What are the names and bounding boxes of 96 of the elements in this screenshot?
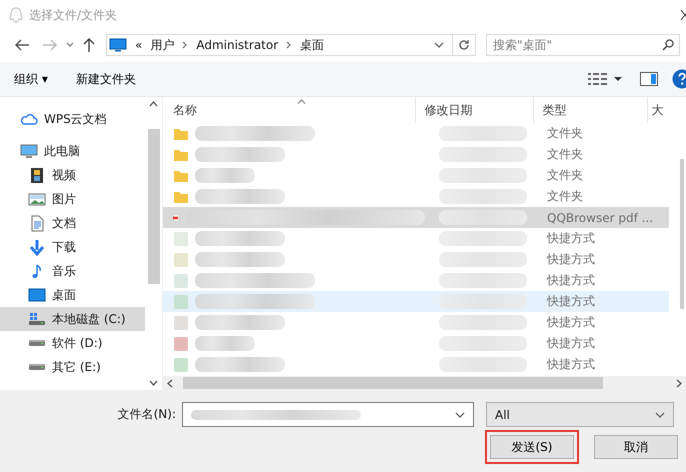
sidebar-item[interactable]: 视频 [0, 163, 145, 187]
sidebar-item[interactable]: 本地磁盘 (C:) [0, 307, 145, 331]
toolbar-button[interactable]: 新建文件夹 [68, 66, 144, 92]
sidebar-item[interactable]: 其它 (E:) [0, 355, 145, 379]
file-row[interactable]: 快捷方式 [163, 228, 669, 249]
up-icon[interactable] [82, 37, 96, 53]
folder-icon [173, 148, 189, 162]
dropdown-icon[interactable] [455, 412, 465, 418]
film-icon [28, 166, 46, 184]
sidebar-item[interactable]: 下载 [0, 235, 145, 259]
app-shortcut-icon [173, 252, 189, 268]
download-icon [28, 238, 46, 256]
table-cell: 文件夹 [547, 146, 583, 163]
table-cell: 文件夹 [547, 167, 583, 184]
file-row[interactable]: 文件夹 [163, 165, 669, 186]
breadcrumb[interactable]: 用户 [150, 36, 174, 54]
dropdown-icon[interactable] [66, 42, 74, 48]
sidebar-item[interactable]: 音乐 [0, 259, 145, 283]
scroll-left-icon[interactable] [167, 378, 173, 388]
app-icon [9, 7, 23, 23]
send-button[interactable]: 发送(S) [490, 435, 574, 459]
help-icon[interactable] [672, 69, 686, 89]
scrollbar-thumb[interactable] [680, 159, 684, 309]
table-cell: 快捷方式 [547, 314, 595, 331]
view-options-icon[interactable] [588, 73, 622, 85]
separator-icon [286, 41, 292, 49]
app-shortcut-icon [173, 294, 189, 310]
file-row[interactable]: 快捷方式 [163, 312, 669, 333]
column-header[interactable]: 大 [648, 97, 669, 123]
file-row[interactable]: 快捷方式 [163, 270, 669, 291]
folder-icon [173, 168, 189, 182]
field-label: 文件名(N): [116, 406, 177, 423]
desktop-icon [28, 286, 46, 304]
sidebar-item[interactable]: 桌面 [0, 283, 145, 307]
scroll-up-icon[interactable] [149, 101, 158, 107]
separator-icon [182, 41, 188, 49]
monitor-icon [109, 38, 127, 52]
sidebar-item[interactable]: 此电脑 [0, 139, 145, 163]
overflow-chevron[interactable]: « [135, 38, 142, 52]
column-header[interactable]: 类型 [534, 97, 648, 123]
table-cell: 快捷方式 [547, 272, 595, 289]
file-row[interactable]: 文件夹 [163, 123, 669, 144]
table-cell: 文件夹 [547, 188, 583, 205]
address-bar[interactable]: « 用户 Administrator 桌面 [106, 34, 476, 56]
folder-icon [173, 190, 189, 204]
scrollbar-thumb[interactable] [183, 377, 603, 389]
drive-icon [28, 363, 46, 371]
app-shortcut-icon [173, 230, 189, 246]
picture-icon [28, 190, 46, 208]
sidebar-item[interactable]: 文档 [0, 211, 145, 235]
table-cell: 快捷方式 [547, 356, 595, 373]
table-cell: 快捷方式 [547, 230, 595, 247]
sidebar-item[interactable]: WPS云文档 [0, 107, 145, 131]
monitor-icon [20, 142, 38, 160]
preview-pane-icon[interactable] [640, 72, 658, 86]
refresh-icon[interactable] [458, 39, 470, 51]
sidebar-item[interactable]: 图片 [0, 187, 145, 211]
file-row[interactable]: 快捷方式 [163, 249, 669, 270]
app-shortcut-icon [173, 336, 189, 352]
table-cell: 快捷方式 [547, 293, 595, 310]
folder-icon [173, 126, 189, 140]
table-cell: QQBrowser pdf ... [547, 210, 654, 224]
toolbar-button[interactable]: 组织 ▾ [6, 66, 56, 92]
file-row[interactable]: 文件夹 [163, 144, 669, 165]
search-icon[interactable] [662, 39, 674, 51]
scrollbar-thumb[interactable] [148, 129, 160, 284]
file-row[interactable]: 文件夹 [163, 186, 669, 207]
file-row[interactable]: 快捷方式 [163, 291, 669, 312]
app-shortcut-icon [173, 356, 189, 372]
dropdown-icon[interactable] [434, 42, 444, 48]
file-row[interactable]: 快捷方式 [163, 354, 669, 375]
blurred-name [195, 168, 255, 183]
table-cell: 文件夹 [547, 125, 583, 142]
filename-field[interactable] [182, 402, 474, 427]
file-type-dropdown[interactable]: All [486, 402, 674, 427]
file-row[interactable]: QQBrowser pdf ... [163, 207, 669, 228]
table-cell: 快捷方式 [547, 251, 595, 268]
column-header[interactable]: 修改日期 [416, 97, 534, 123]
back-icon[interactable] [14, 38, 30, 52]
breadcrumb[interactable]: 桌面 [300, 36, 324, 54]
app-shortcut-icon [173, 314, 189, 330]
scroll-down-icon[interactable] [149, 380, 158, 386]
cancel-button[interactable]: 取消 [594, 435, 678, 459]
sidebar-item[interactable]: 软件 (D:) [0, 331, 145, 355]
breadcrumb[interactable]: Administrator [196, 38, 278, 52]
column-header[interactable]: 名称 [163, 97, 416, 123]
scroll-right-icon[interactable] [676, 378, 682, 388]
table-cell: 快捷方式 [547, 335, 595, 352]
app-shortcut-icon [173, 272, 189, 288]
drive-icon [28, 339, 46, 347]
window-title: 选择文件/文件夹 [29, 6, 118, 24]
drive-icon [28, 310, 46, 328]
file-row[interactable]: 快捷方式 [163, 333, 669, 354]
dropdown-icon [655, 412, 665, 418]
search-field[interactable]: 搜索"桌面" [486, 34, 680, 56]
blurred-name [195, 336, 255, 351]
